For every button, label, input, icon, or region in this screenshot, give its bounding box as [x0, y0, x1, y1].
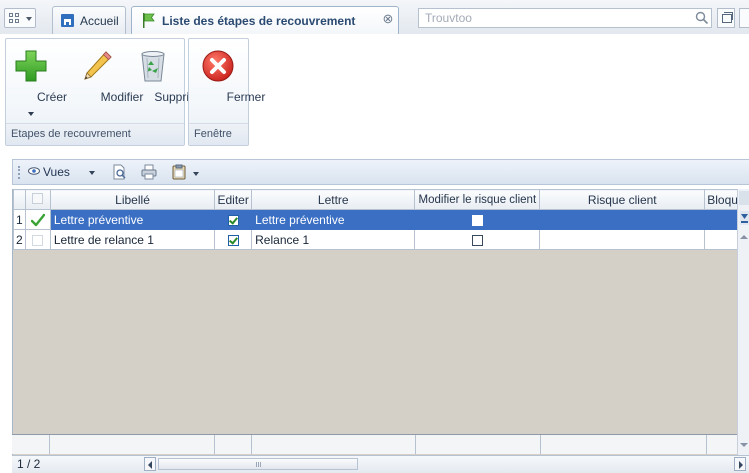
grid-toolbar: Vues: [12, 159, 749, 185]
checkbox-unchecked-icon[interactable]: [471, 214, 483, 226]
tab-home-label: Accueil: [80, 14, 119, 28]
checkbox-checked-icon[interactable]: [227, 214, 239, 226]
ribbon-group-collection-steps: Créer Modifier Supprimer Etapes de recou…: [5, 38, 210, 146]
close-button[interactable]: Fermer: [192, 41, 265, 123]
row-number: 2: [13, 229, 26, 250]
row-number: 1: [13, 209, 26, 230]
close-circle-icon: [202, 50, 234, 82]
row-selector-cell[interactable]: [24, 229, 51, 250]
cell-libelle[interactable]: Lettre de relance 1: [49, 229, 216, 250]
recycle-bin-icon: [141, 51, 165, 82]
plus-icon: [15, 50, 47, 82]
clipboard-icon[interactable]: [171, 164, 187, 180]
ribbon-group-window: Fermer Fenêtre: [188, 38, 265, 146]
cell-lettre[interactable]: Relance 1: [251, 229, 416, 250]
column-header-bloque[interactable]: Bloqu: [704, 189, 739, 210]
column-header-modifier-risque[interactable]: Modifier le risque client: [414, 189, 541, 210]
create-button-label: Créer: [36, 90, 67, 104]
cell-modifier-risque[interactable]: [414, 229, 541, 250]
chevron-down-icon: [26, 17, 32, 21]
grid-summary-row: [12, 434, 738, 454]
scroll-top-button[interactable]: [739, 191, 749, 205]
cell-editer[interactable]: [214, 229, 253, 250]
tab-collection-steps-label: Liste des étapes de recouvrement: [162, 14, 356, 28]
column-header-editer[interactable]: Editer: [214, 189, 253, 210]
column-header-risque-client[interactable]: Risque client: [539, 189, 706, 210]
column-header-lettre[interactable]: Lettre: [251, 189, 416, 210]
close-tab-icon[interactable]: ⊗: [382, 12, 394, 25]
row-number-header: [13, 189, 26, 210]
record-pager: 1 / 2: [17, 457, 41, 471]
chevron-down-icon: [28, 112, 34, 116]
checkbox-checked-icon[interactable]: [227, 234, 239, 246]
apps-grid-icon: [9, 13, 21, 25]
ribbon-group-label-bar: Fenêtre: [189, 123, 248, 145]
cell-lettre[interactable]: Lettre préventive: [251, 209, 416, 230]
scroll-to-end-icon[interactable]: [740, 211, 749, 225]
column-header-libelle[interactable]: Libellé: [49, 189, 216, 210]
scroll-down-icon[interactable]: [740, 443, 748, 447]
vertical-scrollbar[interactable]: [737, 189, 749, 455]
ribbon-group-label: Fenêtre: [194, 128, 232, 140]
close-window-button[interactable]: [739, 8, 749, 28]
tab-collection-steps[interactable]: Liste des étapes de recouvrement ⊗: [131, 6, 399, 35]
checkbox-icon: [32, 192, 44, 204]
home-icon: [61, 14, 74, 27]
print-preview-icon[interactable]: [111, 164, 127, 180]
cell-libelle[interactable]: Lettre préventive: [49, 209, 216, 230]
select-all-checkbox-header[interactable]: [24, 189, 51, 210]
table-row[interactable]: 1 Lettre préventive Lettre préventive: [13, 209, 739, 230]
search-field: [418, 8, 712, 28]
cell-editer[interactable]: [214, 209, 253, 230]
edit-button[interactable]: Modifier: [72, 41, 143, 123]
cell-risque-client[interactable]: [539, 229, 706, 250]
search-icon[interactable]: [695, 11, 709, 25]
checkbox-icon: [32, 234, 44, 246]
ribbon-group-label: Etapes de recouvrement: [11, 128, 131, 140]
scroll-up-icon[interactable]: [740, 235, 748, 239]
views-button-label: Vues: [43, 165, 70, 179]
scroll-right-icon[interactable]: [734, 457, 746, 471]
ribbon: Créer Modifier Supprimer Etapes de recou…: [0, 34, 749, 150]
apps-menu-button[interactable]: [4, 8, 36, 28]
toolbar-grip-icon: [18, 166, 22, 179]
pencil-icon: [84, 51, 112, 80]
cell-risque-client[interactable]: [539, 209, 706, 230]
create-button[interactable]: Créer: [10, 41, 67, 123]
restore-window-button[interactable]: [717, 8, 735, 28]
cell-modifier-risque[interactable]: [414, 209, 541, 230]
horizontal-scrollbar[interactable]: [144, 457, 747, 471]
scroll-left-icon[interactable]: [144, 457, 156, 471]
flag-icon: [143, 13, 155, 28]
chevron-down-icon[interactable]: [193, 172, 199, 176]
cell-bloque[interactable]: [704, 229, 739, 250]
checkmark-icon: [30, 213, 45, 227]
cell-bloque[interactable]: [704, 209, 739, 230]
eye-icon: [28, 167, 40, 175]
status-bar: 1 / 2: [12, 455, 749, 473]
delete-button[interactable]: Supprimer: [124, 41, 210, 123]
search-input[interactable]: [419, 9, 689, 27]
close-button-label: Fermer: [226, 90, 266, 104]
tab-bar: Accueil Liste des étapes de recouvrement…: [0, 0, 749, 35]
ribbon-group-label-bar: Etapes de recouvrement: [6, 123, 184, 145]
scrollbar-thumb[interactable]: [158, 458, 358, 470]
checkbox-unchecked-icon[interactable]: [471, 234, 483, 246]
tab-home[interactable]: Accueil: [52, 6, 126, 34]
table-row[interactable]: 2 Lettre de relance 1 Relance 1: [13, 229, 739, 250]
row-selector-cell[interactable]: [24, 209, 51, 230]
views-button[interactable]: Vues: [26, 163, 106, 181]
data-grid: Libellé Editer Lettre Modifier le risque…: [12, 189, 739, 455]
grid-header-row: Libellé Editer Lettre Modifier le risque…: [13, 189, 739, 210]
print-icon[interactable]: [141, 164, 157, 180]
chevron-down-icon: [89, 171, 95, 175]
